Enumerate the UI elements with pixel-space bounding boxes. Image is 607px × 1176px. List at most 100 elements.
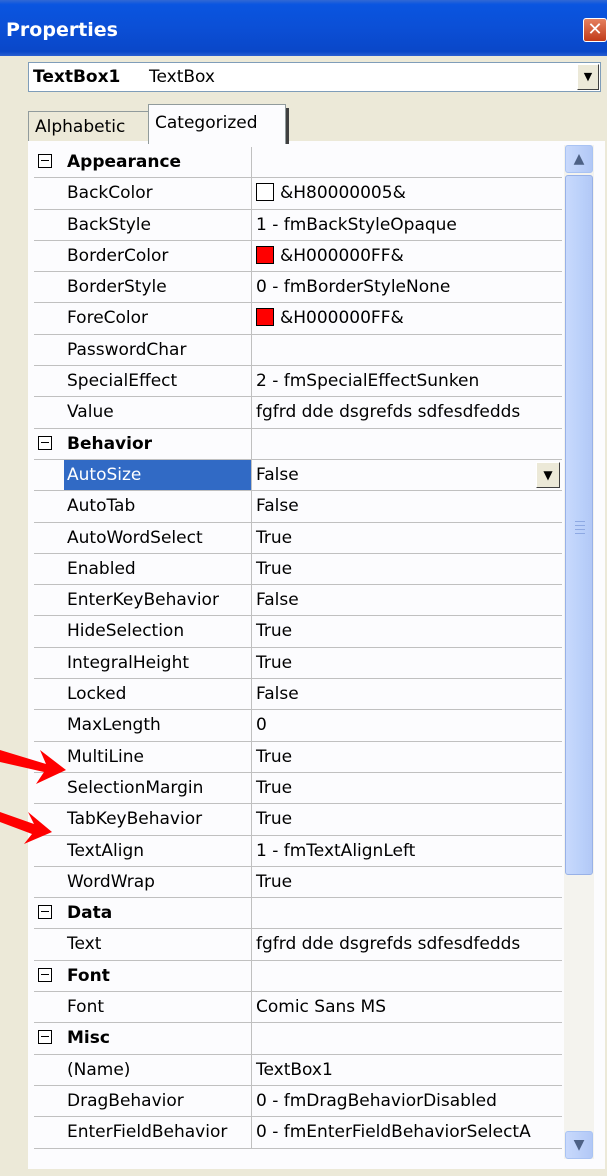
vertical-scrollbar[interactable]: ▲ ▼: [564, 145, 594, 1159]
property-row[interactable]: EnterFieldBehavior 0 - fmEnterFieldBehavi…: [34, 1117, 562, 1149]
property-name[interactable]: HideSelection: [64, 616, 252, 647]
property-name[interactable]: DragBehavior: [64, 1085, 252, 1117]
property-name[interactable]: EnterKeyBehavior: [64, 585, 252, 616]
object-dropdown-button[interactable]: ▼: [577, 64, 599, 90]
tab-categorized[interactable]: Categorized: [148, 104, 289, 144]
category-row-appearance[interactable]: Appearance: [34, 147, 562, 179]
property-row[interactable]: BackStyle 1 - fmBackStyleOpaque: [34, 209, 562, 241]
scroll-down-button[interactable]: ▼: [565, 1131, 593, 1159]
property-row[interactable]: Enabled True: [34, 553, 562, 586]
property-value[interactable]: True: [252, 616, 562, 646]
property-value[interactable]: &H80000005&: [252, 178, 562, 208]
property-row[interactable]: BackColor &H80000005&: [34, 178, 562, 210]
category-row-font[interactable]: Font: [34, 960, 562, 993]
property-value[interactable]: False: [252, 491, 562, 521]
property-name[interactable]: Enabled: [64, 553, 252, 585]
property-row[interactable]: IntegralHeight True: [34, 647, 562, 680]
property-name[interactable]: WordWrap: [64, 866, 252, 898]
property-row[interactable]: Text fgfrd dde dsgrefds sdfesdfedds: [34, 929, 562, 961]
property-name[interactable]: AutoTab: [64, 491, 252, 522]
property-row[interactable]: BorderStyle 0 - fmBorderStyleNone: [34, 272, 562, 304]
property-row[interactable]: Value fgfrd dde dsgrefds sdfesdfedds: [34, 397, 562, 429]
property-name[interactable]: Font: [64, 992, 252, 1023]
property-value[interactable]: 1 - fmTextAlignLeft: [252, 836, 562, 866]
property-name[interactable]: TabKeyBehavior: [64, 804, 252, 835]
property-value[interactable]: 2 - fmSpecialEffectSunken: [252, 366, 562, 396]
property-name[interactable]: BackColor: [64, 178, 252, 209]
scroll-thumb[interactable]: [565, 175, 593, 875]
property-value[interactable]: fgfrd dde dsgrefds sdfesdfedds: [252, 397, 562, 427]
property-name[interactable]: Value: [64, 397, 252, 428]
property-value[interactable]: 0 - fmEnterFieldBehaviorSelectA: [252, 1117, 562, 1147]
property-value[interactable]: True: [252, 523, 562, 553]
property-name[interactable]: AutoWordSelect: [64, 522, 252, 553]
property-row[interactable]: AutoSize False ▼: [34, 459, 562, 492]
collapse-icon[interactable]: [38, 1030, 52, 1045]
property-value[interactable]: 0 - fmDragBehaviorDisabled: [252, 1086, 562, 1116]
property-row[interactable]: Locked False: [34, 679, 562, 711]
property-name[interactable]: Locked: [64, 679, 252, 710]
collapse-icon[interactable]: [38, 154, 52, 168]
property-value[interactable]: True: [252, 867, 562, 897]
property-row[interactable]: DragBehavior 0 - fmDragBehaviorDisabled: [34, 1085, 562, 1118]
property-row[interactable]: SelectionMargin True: [34, 772, 562, 805]
property-name[interactable]: AutoSize: [64, 459, 252, 491]
property-value[interactable]: 1 - fmBackStyleOpaque: [252, 210, 562, 240]
property-value[interactable]: True: [252, 648, 562, 678]
property-value[interactable]: True: [252, 804, 562, 834]
property-value[interactable]: True: [252, 773, 562, 803]
property-name[interactable]: EnterFieldBehavior: [64, 1117, 252, 1148]
property-name[interactable]: (Name): [64, 1054, 252, 1085]
collapse-icon[interactable]: [38, 905, 52, 920]
tab-alphabetic[interactable]: Alphabetic: [28, 111, 150, 142]
property-name[interactable]: BorderColor: [64, 240, 252, 272]
property-value[interactable]: [252, 335, 562, 365]
collapse-icon[interactable]: [38, 967, 52, 982]
close-button[interactable]: ✕: [583, 18, 607, 42]
property-name[interactable]: BackStyle: [64, 209, 252, 240]
property-name[interactable]: MaxLength: [64, 710, 252, 741]
category-row-misc[interactable]: Misc: [34, 1023, 562, 1055]
object-selector[interactable]: TextBox1 TextBox ▼: [28, 62, 601, 92]
property-value[interactable]: 0 - fmBorderStyleNone: [252, 272, 562, 302]
property-name[interactable]: TextAlign: [64, 835, 252, 866]
property-name[interactable]: MultiLine: [64, 741, 252, 772]
property-value[interactable]: 0: [252, 710, 562, 740]
property-value[interactable]: fgfrd dde dsgrefds sdfesdfedds: [252, 929, 562, 959]
property-value[interactable]: False: [252, 460, 562, 490]
property-row[interactable]: (Name) TextBox1: [34, 1054, 562, 1086]
property-row[interactable]: SpecialEffect 2 - fmSpecialEffectSunken: [34, 366, 562, 398]
scroll-up-button[interactable]: ▲: [565, 145, 593, 173]
property-name[interactable]: SpecialEffect: [64, 366, 252, 397]
property-row[interactable]: MultiLine True: [34, 741, 562, 773]
property-row[interactable]: AutoWordSelect True: [34, 522, 562, 554]
property-row[interactable]: HideSelection True: [34, 616, 562, 648]
property-row[interactable]: TabKeyBehavior True: [34, 804, 562, 836]
property-name[interactable]: ForeColor: [64, 303, 252, 334]
property-row[interactable]: AutoTab False: [34, 491, 562, 523]
property-row[interactable]: TextAlign 1 - fmTextAlignLeft: [34, 835, 562, 867]
property-row[interactable]: ForeColor &H000000FF&: [34, 303, 562, 335]
property-value[interactable]: True: [252, 554, 562, 584]
property-name[interactable]: SelectionMargin: [64, 772, 252, 804]
property-value[interactable]: False: [252, 585, 562, 615]
category-row-behavior[interactable]: Behavior: [34, 428, 562, 460]
value-dropdown-button[interactable]: ▼: [536, 461, 560, 488]
property-value[interactable]: &H000000FF&: [252, 241, 562, 271]
property-name[interactable]: PasswordChar: [64, 334, 252, 366]
property-name[interactable]: BorderStyle: [64, 272, 252, 303]
property-row[interactable]: Font Comic Sans MS: [34, 992, 562, 1024]
property-value[interactable]: True: [252, 742, 562, 772]
property-value[interactable]: &H000000FF&: [252, 303, 562, 333]
property-name[interactable]: Text: [64, 929, 252, 960]
property-row[interactable]: MaxLength 0: [34, 710, 562, 742]
property-row[interactable]: PasswordChar: [34, 334, 562, 367]
property-row[interactable]: WordWrap True: [34, 866, 562, 899]
property-value[interactable]: Comic Sans MS: [252, 992, 562, 1022]
property-value[interactable]: False: [252, 679, 562, 709]
collapse-icon[interactable]: [38, 435, 52, 450]
property-row[interactable]: EnterKeyBehavior False: [34, 585, 562, 617]
category-row-data[interactable]: Data: [34, 898, 562, 930]
property-name[interactable]: IntegralHeight: [64, 647, 252, 679]
property-row[interactable]: BorderColor &H000000FF&: [34, 240, 562, 273]
